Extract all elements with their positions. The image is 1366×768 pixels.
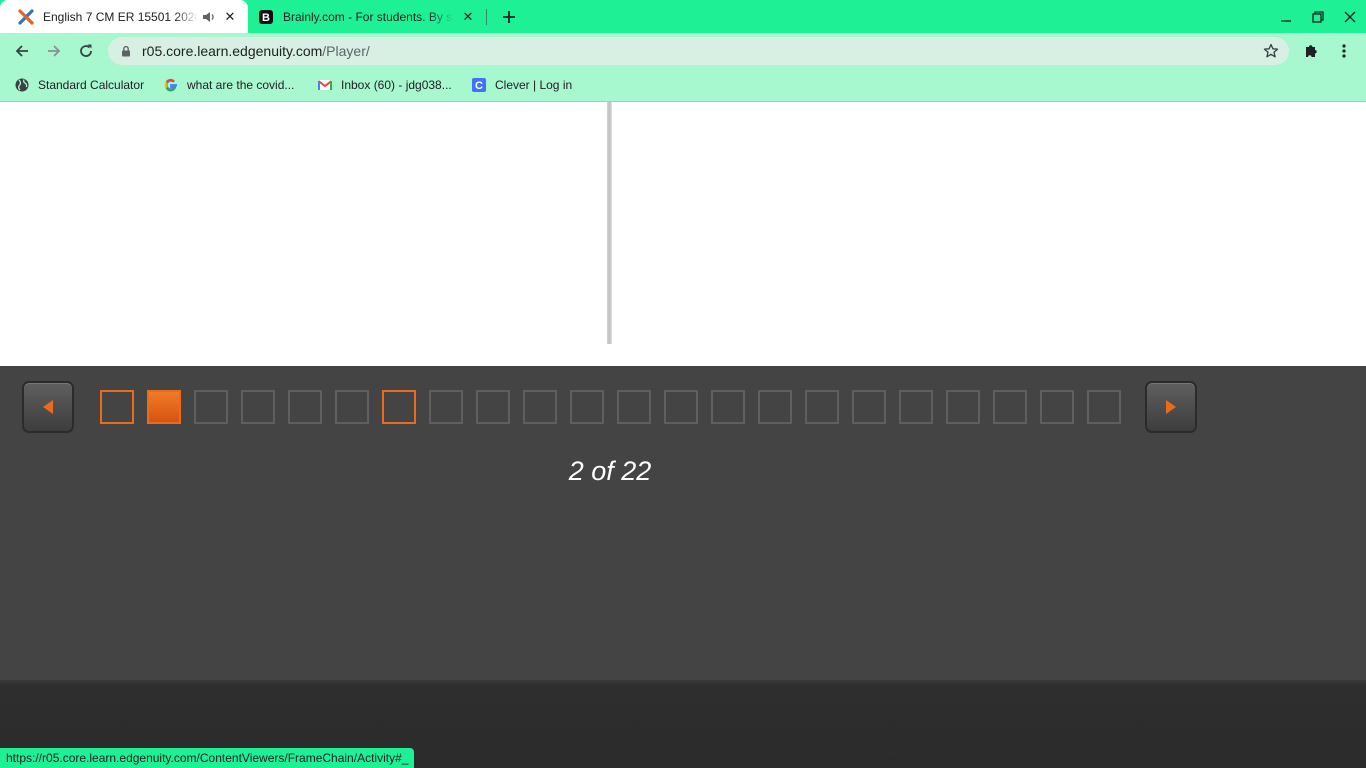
svg-text:C: C [475, 80, 483, 92]
frame-box-3[interactable] [194, 390, 228, 424]
frame-box-14[interactable] [711, 390, 745, 424]
previous-frame-button[interactable] [22, 381, 74, 433]
tab-edgenuity[interactable]: English 7 CM ER 15501 2020-2021 ✕ [0, 0, 248, 33]
bookmarks-bar: Standard Calculator what are the covid..… [0, 69, 1366, 102]
bookmark-label: what are the covid... [187, 78, 295, 92]
edgenuity-x-icon [18, 8, 34, 25]
tab-strip: English 7 CM ER 15501 2020-2021 ✕ B Brai… [0, 0, 1366, 33]
bookmark-label: Standard Calculator [38, 78, 145, 92]
bookmark-gmail-inbox[interactable]: Inbox (60) - jdg038... [317, 76, 452, 94]
frame-box-15[interactable] [758, 390, 792, 424]
plus-icon [503, 11, 515, 23]
frame-box-20[interactable] [993, 390, 1027, 424]
frame-navigator: 2 of 22 [0, 366, 1366, 680]
minimize-button[interactable] [1275, 6, 1297, 28]
star-icon[interactable] [1263, 43, 1279, 59]
tab-separator [486, 9, 487, 25]
frame-box-7[interactable] [382, 390, 416, 424]
next-frame-button[interactable] [1145, 381, 1197, 433]
bookmark-label: Clever | Log in [495, 78, 573, 92]
frame-box-6[interactable] [335, 390, 369, 424]
back-arrow-icon [15, 45, 28, 57]
url-path: /Player/ [322, 43, 370, 59]
back-button[interactable] [9, 38, 35, 64]
brainly-b-icon: B [258, 9, 274, 25]
close-icon[interactable]: ✕ [460, 9, 476, 25]
frame-box-18[interactable] [899, 390, 933, 424]
reload-button[interactable] [73, 38, 99, 64]
close-icon [1344, 11, 1356, 23]
url-host: r05.core.learn.edgenuity.com [142, 43, 323, 59]
kebab-menu-icon [1342, 44, 1346, 58]
frame-box-10[interactable] [523, 390, 557, 424]
page-counter: 2 of 22 [568, 456, 652, 486]
frame-box-21[interactable] [1040, 390, 1074, 424]
close-icon[interactable]: ✕ [222, 9, 238, 25]
extensions-button[interactable] [1298, 38, 1324, 64]
restore-icon [1312, 11, 1324, 23]
activity-content-area [0, 102, 1366, 366]
frame-box-5[interactable] [288, 390, 322, 424]
frame-box-16[interactable] [805, 390, 839, 424]
speaker-icon[interactable] [202, 10, 216, 24]
frame-box-12[interactable] [617, 390, 651, 424]
tab-title: English 7 CM ER 15501 2020-2021 [43, 9, 198, 24]
status-bubble-url: https://r05.core.learn.edgenuity.com/Con… [0, 748, 415, 768]
lock-icon[interactable] [120, 45, 132, 57]
url-text: r05.core.learn.edgenuity.com/Player/ [142, 43, 370, 59]
frame-box-4[interactable] [241, 390, 275, 424]
frame-box-22[interactable] [1087, 390, 1121, 424]
frame-box-17[interactable] [852, 390, 886, 424]
reload-icon [80, 44, 92, 57]
tab-brainly[interactable]: B Brainly.com - For students. By student… [250, 0, 486, 33]
clever-c-icon: C [471, 77, 487, 93]
forward-button[interactable] [41, 38, 67, 64]
bookmark-standard-calculator[interactable]: Standard Calculator [14, 76, 144, 94]
address-bar[interactable]: r05.core.learn.edgenuity.com/Player/ [108, 37, 1289, 65]
frame-box-19[interactable] [946, 390, 980, 424]
bookmark-clever-login[interactable]: C Clever | Log in [471, 76, 572, 94]
frame-box-8[interactable] [429, 390, 463, 424]
gmail-icon [317, 77, 333, 93]
new-tab-button[interactable] [498, 6, 520, 28]
window-close-button[interactable] [1339, 6, 1361, 28]
content-divider [607, 102, 612, 344]
bookmark-covid-search[interactable]: what are the covid... [163, 76, 294, 94]
restore-button[interactable] [1307, 6, 1329, 28]
svg-text:B: B [262, 12, 270, 24]
frame-box-2[interactable] [147, 390, 181, 424]
frame-box-9[interactable] [476, 390, 510, 424]
globe-icon [14, 77, 30, 93]
right-triangle-icon [1166, 400, 1176, 414]
frame-box-1[interactable] [100, 390, 134, 424]
frame-box-11[interactable] [570, 390, 604, 424]
puzzle-icon [1306, 45, 1317, 57]
google-g-icon [163, 77, 179, 93]
forward-arrow-icon [48, 45, 61, 57]
bookmark-label: Inbox (60) - jdg038... [341, 78, 452, 92]
tab-title: Brainly.com - For students. By students. [283, 9, 454, 24]
minimize-icon [1281, 20, 1291, 22]
left-triangle-icon [43, 400, 53, 414]
menu-button[interactable] [1331, 38, 1357, 64]
frame-box-13[interactable] [664, 390, 698, 424]
browser-toolbar: r05.core.learn.edgenuity.com/Player/ [0, 33, 1366, 69]
